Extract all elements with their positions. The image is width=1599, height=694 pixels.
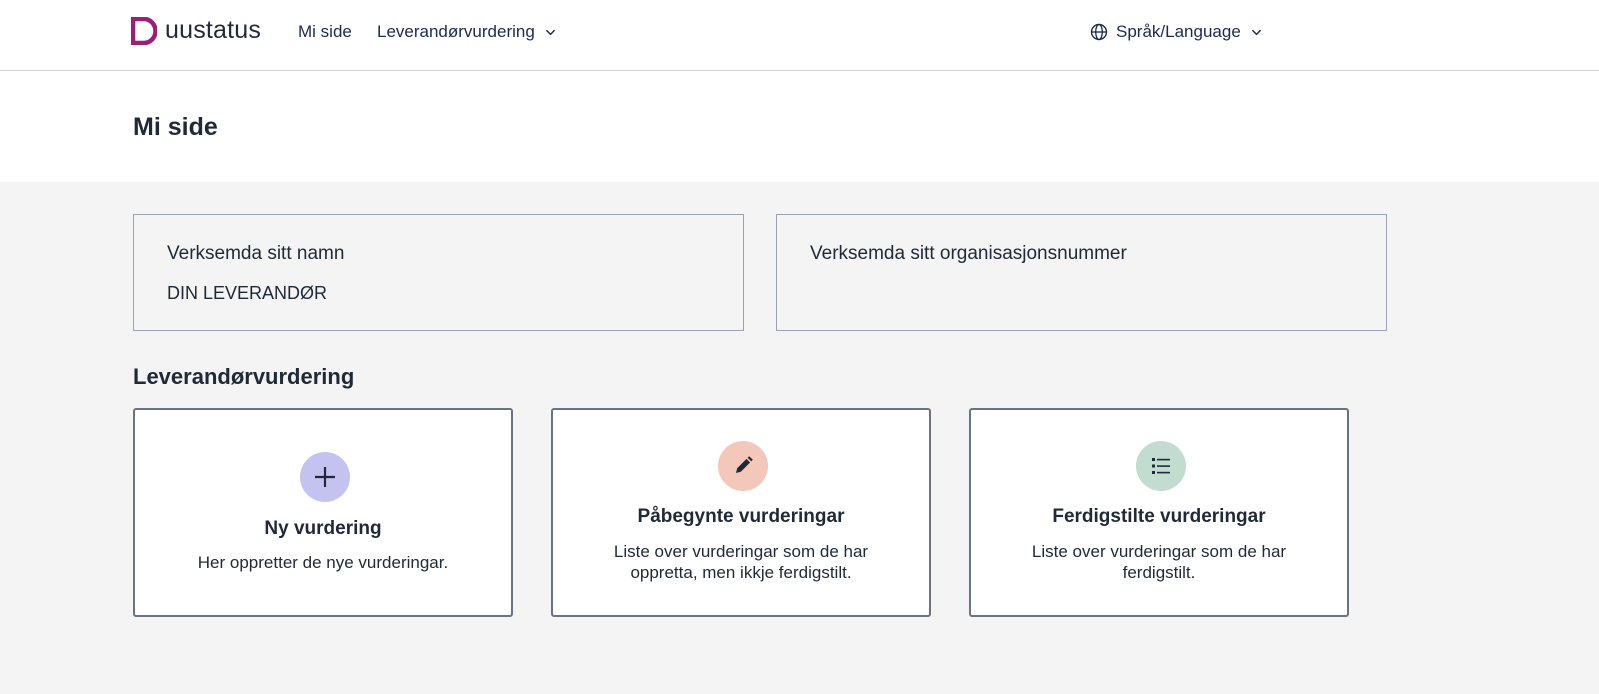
logo[interactable]: uustatus: [130, 16, 262, 45]
completed-assessments-card[interactable]: Ferdigstilte vurderingar Liste over vurd…: [969, 408, 1349, 617]
page-title: Mi side: [133, 113, 218, 141]
chevron-down-icon: [1251, 29, 1261, 35]
uustatus-logo-icon: [130, 16, 158, 45]
nav-mi-side[interactable]: Mi side: [298, 22, 352, 42]
organization-number-box: Verksemda sitt organisasjonsnummer: [776, 214, 1387, 331]
organization-number-label: Verksemda sitt organisasjonsnummer: [810, 243, 1127, 264]
list-icon: [1136, 441, 1186, 491]
card-description: Her oppretter de nye vurderingar.: [197, 553, 449, 572]
page-header: Mi side: [0, 71, 1599, 182]
new-assessment-card[interactable]: Ny vurdering Her oppretter de nye vurder…: [133, 408, 513, 617]
language-selector[interactable]: Språk/Language: [1090, 22, 1262, 42]
organization-name-value: DIN LEVERANDØR: [167, 283, 328, 303]
card-title: Ferdigstilte vurderingar: [1052, 506, 1266, 527]
card-description: Liste over vurderingar som de har ferdig…: [1031, 542, 1287, 582]
started-assessments-card[interactable]: Påbegynte vurderingar Liste over vurderi…: [551, 408, 931, 617]
nav-leverandorvurdering-menu[interactable]: Leverandørvurdering: [377, 22, 556, 42]
card-description: Liste over vurderingar som de har oppret…: [613, 542, 869, 582]
language-label: Språk/Language: [1116, 22, 1241, 41]
card-title: Ny vurdering: [264, 518, 382, 539]
organization-name-box: Verksemda sitt namn DIN LEVERANDØR: [133, 214, 744, 331]
plus-icon: [300, 452, 350, 502]
globe-icon: [1090, 23, 1108, 41]
nav-leverandorvurdering-label: Leverandørvurdering: [377, 22, 535, 41]
card-title: Påbegynte vurderingar: [637, 506, 845, 527]
organization-name-label: Verksemda sitt namn: [167, 243, 345, 264]
section-title: Leverandørvurdering: [133, 364, 355, 389]
logo-text: uustatus: [165, 16, 262, 44]
chevron-down-icon: [545, 29, 555, 35]
top-navigation-bar: uustatus Mi side Leverandørvurdering Spr…: [0, 0, 1599, 71]
pencil-icon: [718, 441, 768, 491]
